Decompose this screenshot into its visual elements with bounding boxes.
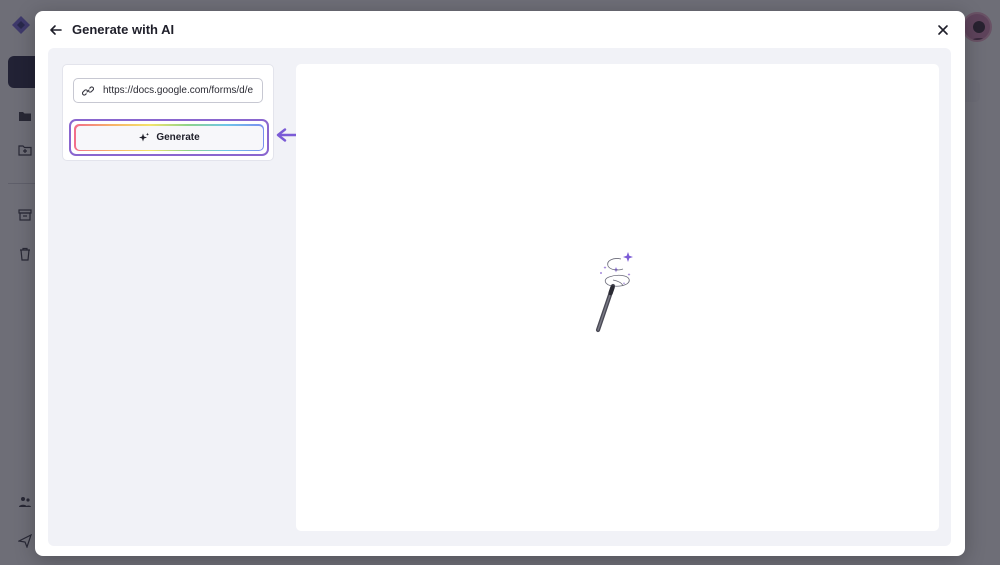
generate-form-card: Generate [62, 64, 274, 161]
magic-wand-icon [595, 252, 633, 333]
close-icon [938, 25, 948, 35]
generate-button-label: Generate [156, 132, 200, 143]
back-button[interactable] [47, 21, 65, 39]
modal-title: Generate with AI [72, 22, 175, 37]
modal-body: Generate [48, 48, 951, 546]
generate-button-highlight: Generate [69, 119, 269, 156]
sparkle-icon [139, 132, 150, 141]
generate-button-inner: Generate [75, 125, 263, 150]
modal-header: Generate with AI [35, 11, 965, 47]
form-url-field[interactable] [73, 78, 263, 103]
arrow-left-icon [50, 25, 62, 35]
close-button[interactable] [934, 21, 952, 39]
generate-button[interactable]: Generate [74, 124, 264, 151]
form-url-input[interactable] [103, 85, 262, 96]
link-icon [82, 85, 94, 96]
preview-panel [296, 64, 939, 531]
generate-ai-modal: Generate with AI https://docs.google.com… [35, 11, 965, 556]
